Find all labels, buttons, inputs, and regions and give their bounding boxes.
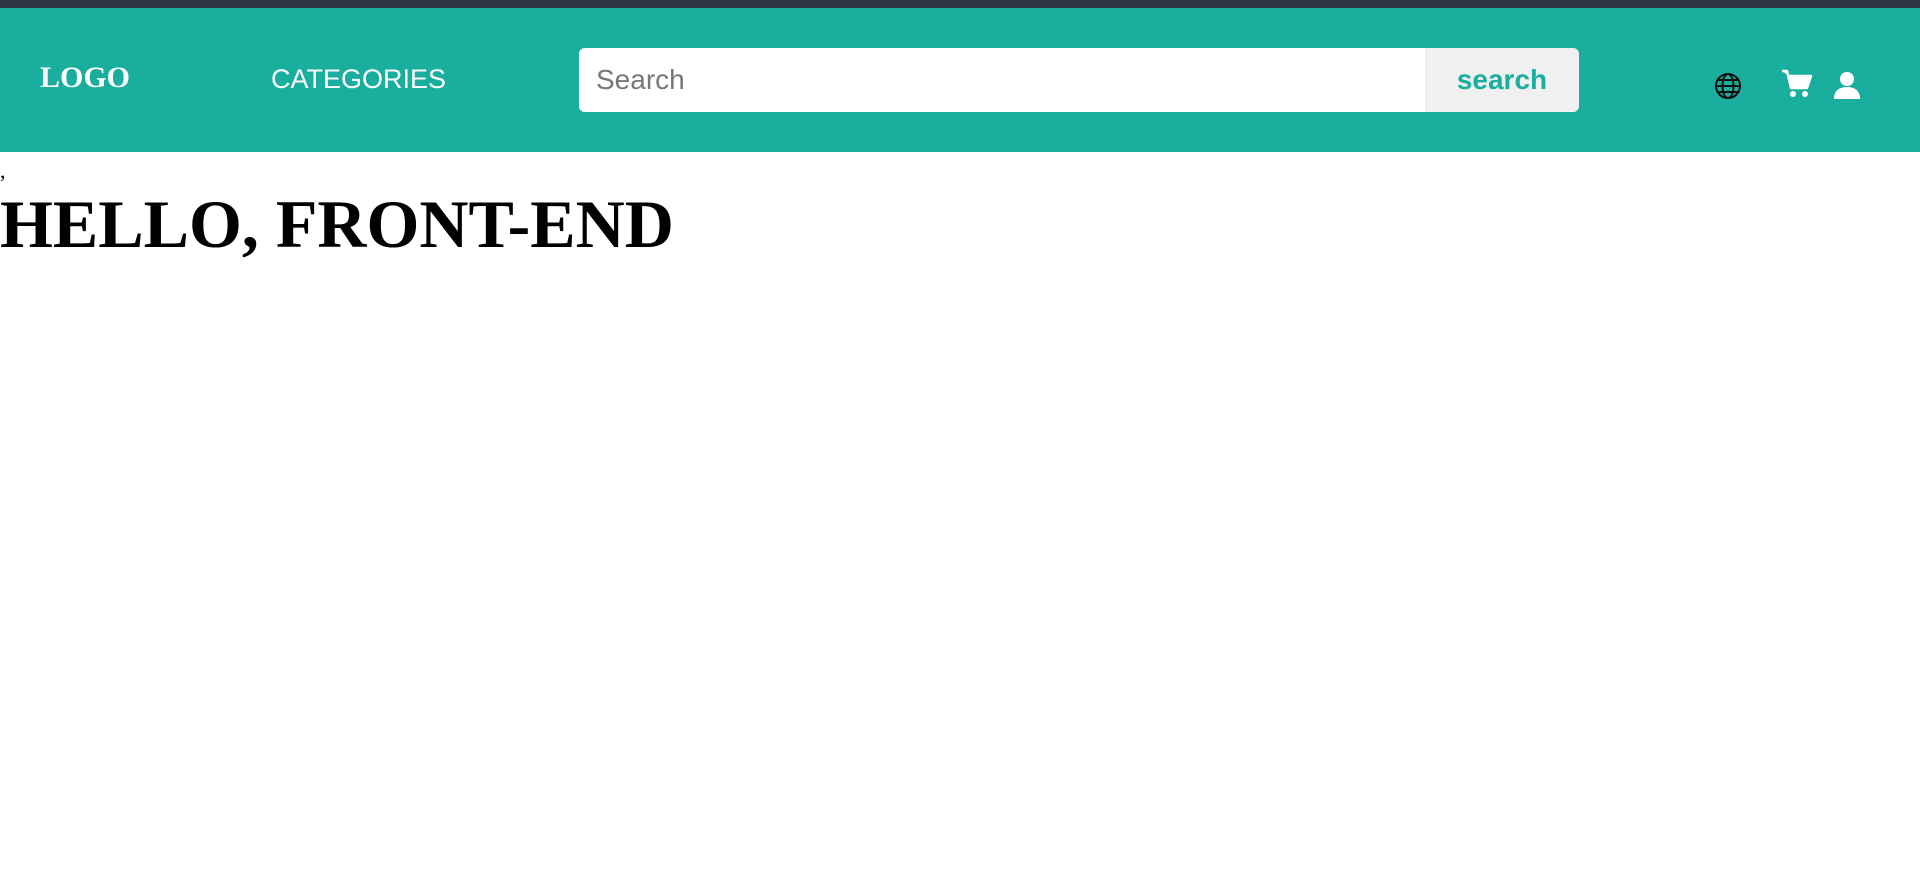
stray-comma: , bbox=[0, 158, 6, 183]
top-strip bbox=[0, 0, 1920, 8]
cart-icon[interactable] bbox=[1780, 68, 1814, 100]
search-button[interactable]: search bbox=[1425, 48, 1579, 112]
logo[interactable]: LOGO bbox=[40, 63, 130, 93]
search-input[interactable] bbox=[579, 48, 1425, 112]
user-icon[interactable] bbox=[1832, 70, 1862, 100]
globe-icon[interactable] bbox=[1712, 70, 1744, 102]
navbar: LOGO CATEGORIES search bbox=[0, 8, 1920, 152]
categories-link[interactable]: CATEGORIES bbox=[271, 66, 446, 93]
search-bar: search bbox=[579, 48, 1579, 112]
page-title: HELLO, FRONT-END bbox=[0, 186, 674, 262]
